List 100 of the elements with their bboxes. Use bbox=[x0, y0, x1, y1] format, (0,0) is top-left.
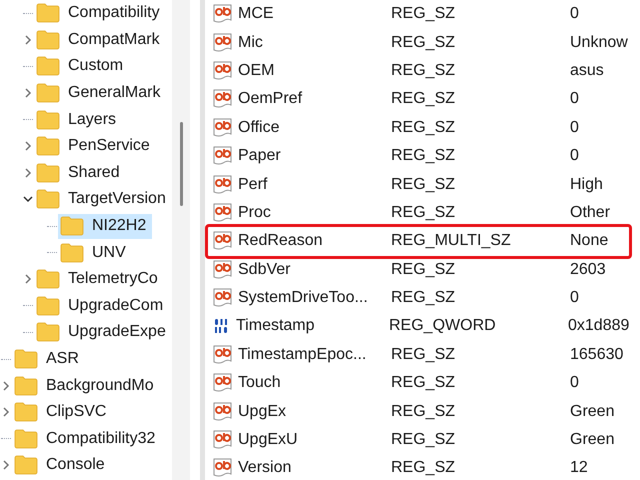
value-type: REG_SZ bbox=[391, 288, 456, 308]
tree-item[interactable]: Custom bbox=[34, 54, 130, 79]
string-value-icon bbox=[213, 32, 233, 53]
value-data: 0 bbox=[570, 89, 579, 110]
value-name: UpgEx bbox=[237, 402, 288, 422]
chevron-right-icon[interactable] bbox=[24, 87, 32, 100]
tree-item[interactable]: TelemetryCo bbox=[34, 266, 164, 292]
tree-item[interactable]: TargetVersion bbox=[34, 186, 172, 212]
tree-item[interactable]: NI22H2 bbox=[58, 214, 152, 239]
value-row[interactable]: Perf REG_SZ High bbox=[205, 170, 640, 199]
value-data: Other bbox=[570, 202, 610, 223]
value-name: Timestamp bbox=[235, 316, 316, 336]
value-type: REG_SZ bbox=[391, 430, 456, 450]
tree-item[interactable]: BackgroundMo bbox=[12, 373, 160, 398]
tree-item[interactable]: GeneralMark bbox=[34, 80, 166, 106]
chevron-right-icon[interactable] bbox=[24, 273, 32, 286]
value-row[interactable]: Paper REG_SZ 0 bbox=[205, 142, 640, 170]
tree-item[interactable]: UpgradeExpe bbox=[34, 320, 172, 345]
value-row[interactable]: OEM REG_SZ asus bbox=[205, 56, 640, 86]
value-row[interactable]: UpgEx REG_SZ Green bbox=[205, 397, 640, 426]
value-type: REG_SZ bbox=[391, 32, 456, 53]
value-type: REG_SZ bbox=[391, 344, 456, 365]
value-row[interactable]: Mic REG_SZ Unknow bbox=[205, 28, 640, 57]
value-row[interactable]: SdbVer REG_SZ 2603 bbox=[205, 256, 640, 284]
tree-item[interactable]: ASR bbox=[12, 346, 85, 372]
value-data: None bbox=[570, 231, 608, 252]
folder-icon bbox=[36, 162, 60, 183]
value-data: 165630 bbox=[570, 344, 624, 365]
value-data: 12 bbox=[570, 458, 588, 478]
tree-item[interactable]: ClipSVC bbox=[12, 400, 112, 425]
value-name: MCE bbox=[237, 4, 275, 24]
value-row[interactable]: SystemDriveToo... REG_SZ 0 bbox=[205, 284, 640, 312]
value-row[interactable]: RedReason REG_MULTI_SZ None bbox=[208, 227, 629, 256]
tree-item[interactable]: Console bbox=[12, 452, 111, 478]
folder-icon bbox=[36, 30, 60, 50]
chevron-right-icon[interactable] bbox=[2, 406, 10, 418]
value-name: Mic bbox=[237, 32, 264, 53]
tree-item[interactable]: Compatibility32 bbox=[12, 426, 162, 452]
value-row[interactable]: Version REG_SZ 12 bbox=[205, 454, 640, 480]
value-type: REG_SZ bbox=[391, 60, 456, 81]
value-type: REG_SZ bbox=[391, 458, 456, 478]
string-value-icon bbox=[213, 202, 233, 223]
tree-item[interactable]: CompatMark bbox=[34, 27, 166, 52]
folder-icon bbox=[14, 455, 38, 476]
tree-item[interactable]: UNV bbox=[58, 240, 132, 266]
value-name: Touch bbox=[237, 373, 282, 394]
value-row[interactable]: UpgExU REG_SZ Green bbox=[205, 426, 640, 454]
value-data: asus bbox=[570, 60, 604, 81]
string-value-icon bbox=[213, 402, 233, 422]
value-type: REG_SZ bbox=[391, 4, 456, 24]
value-row[interactable]: TimestampEpoc... REG_SZ 165630 bbox=[205, 340, 640, 370]
value-row[interactable]: Timestamp REG_QWORD 0x1d889 bbox=[205, 312, 640, 341]
value-name: SystemDriveToo... bbox=[237, 288, 369, 308]
value-type: REG_SZ bbox=[391, 89, 456, 110]
value-row[interactable]: Proc REG_SZ Other bbox=[205, 198, 640, 228]
value-row[interactable]: OemPref REG_SZ 0 bbox=[205, 85, 640, 114]
value-name: Proc bbox=[237, 202, 272, 223]
string-value-icon bbox=[213, 344, 233, 365]
tree-item[interactable]: Shared bbox=[34, 160, 126, 186]
value-type: REG_SZ bbox=[391, 260, 456, 280]
folder-icon bbox=[36, 136, 60, 156]
chevron-right-icon[interactable] bbox=[24, 34, 32, 46]
value-data: Green bbox=[570, 402, 614, 422]
chevron-right-icon[interactable] bbox=[2, 380, 10, 392]
string-value-icon bbox=[213, 174, 233, 195]
folder-icon bbox=[60, 216, 84, 236]
string-value-icon bbox=[213, 118, 233, 138]
tree-item[interactable]: UpgradeCom bbox=[34, 293, 170, 318]
string-value-icon bbox=[213, 260, 233, 280]
value-type: REG_MULTI_SZ bbox=[391, 231, 512, 252]
folder-icon bbox=[36, 110, 60, 130]
value-type: REG_SZ bbox=[391, 174, 456, 195]
string-value-icon bbox=[213, 373, 233, 394]
value-name: Paper bbox=[237, 146, 282, 166]
scrollbar-thumb[interactable] bbox=[180, 122, 182, 206]
value-data: 0x1d889 bbox=[568, 316, 630, 336]
value-type: REG_SZ bbox=[391, 118, 456, 138]
chevron-right-icon[interactable] bbox=[24, 166, 32, 179]
value-row[interactable]: Touch REG_SZ 0 bbox=[205, 369, 640, 398]
folder-icon bbox=[14, 428, 38, 449]
string-value-icon bbox=[213, 146, 233, 166]
scrollbar[interactable] bbox=[172, 0, 190, 480]
string-value-icon bbox=[213, 231, 233, 252]
value-row[interactable]: Office REG_SZ 0 bbox=[205, 114, 640, 142]
string-value-icon bbox=[213, 4, 233, 24]
tree-item[interactable]: PenService bbox=[34, 134, 156, 159]
tree-item[interactable]: Layers bbox=[34, 107, 122, 132]
chevron-right-icon[interactable] bbox=[24, 140, 32, 152]
folder-icon bbox=[14, 376, 38, 396]
value-name: OEM bbox=[237, 60, 276, 81]
tree-item[interactable]: Compatibility bbox=[34, 0, 166, 26]
value-data: 0 bbox=[570, 118, 579, 138]
value-type: REG_QWORD bbox=[389, 316, 497, 336]
value-type: REG_SZ bbox=[391, 146, 456, 166]
value-row[interactable]: MCE REG_SZ 0 bbox=[205, 0, 640, 28]
string-value-icon bbox=[213, 288, 233, 308]
value-data: Unknow bbox=[570, 32, 628, 53]
folder-icon bbox=[36, 296, 60, 316]
chevron-down-icon[interactable] bbox=[22, 195, 34, 204]
chevron-right-icon[interactable] bbox=[2, 459, 10, 472]
